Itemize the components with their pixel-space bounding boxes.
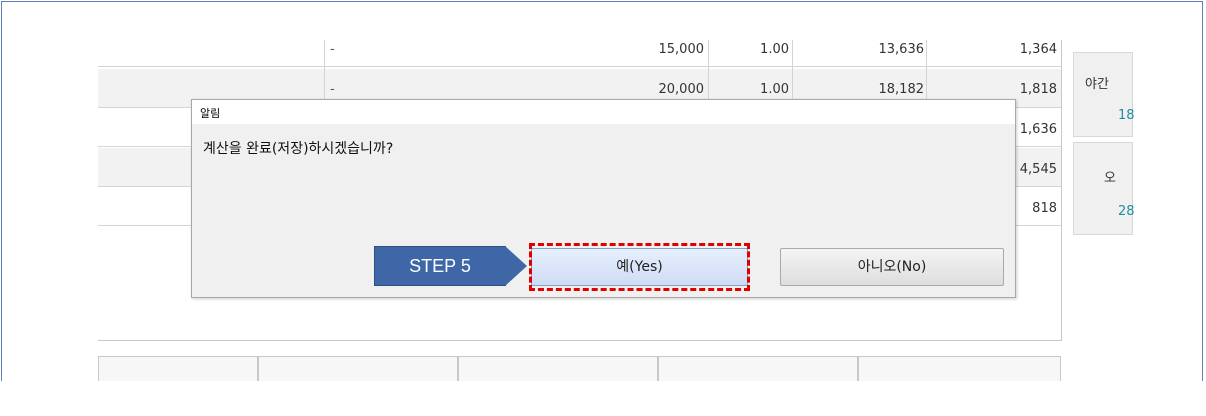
bottom-tab-strip (98, 356, 1061, 386)
step-arrow-icon (505, 246, 527, 286)
cell-tax: 1,364 (1019, 42, 1057, 57)
cell-supply: 18,182 (878, 82, 925, 97)
table-row[interactable]: - 15,000 1.00 13,636 1,364 (98, 28, 1061, 67)
summary-value: 18 (1118, 108, 1135, 123)
cell-tax: 818 (1032, 201, 1057, 216)
dialog-title: 알림 (200, 107, 221, 120)
confirm-dialog: 알림 계산을 완료(저장)하시겠습니까? 예(Yes) 아니오(No) (191, 99, 1016, 298)
cell-tax: 1,636 (1019, 122, 1057, 137)
cell-tax: 4,545 (1019, 162, 1057, 177)
cell-supply: 13,636 (878, 42, 925, 57)
cell-amount: 15,000 (658, 42, 705, 57)
cell-dash: - (330, 82, 335, 97)
crop-edge (0, 381, 1206, 416)
cell-dash: - (330, 42, 335, 57)
cell-rate: 1.00 (760, 42, 789, 57)
summary-label: 야간 (1085, 77, 1109, 92)
summary-label: 오 (1104, 171, 1116, 186)
cell-tax: 1,818 (1019, 82, 1057, 97)
step-label: STEP 5 (409, 256, 471, 276)
yes-button[interactable]: 예(Yes) (531, 248, 748, 286)
summary-panel-night: 야간 18 (1073, 52, 1135, 137)
step-callout: STEP 5 (374, 246, 528, 286)
cell-amount: 20,000 (658, 82, 705, 97)
dialog-title-bar[interactable]: 알림 (192, 100, 1015, 124)
dialog-message: 계산을 완료(저장)하시겠습니까? (203, 141, 394, 157)
summary-value: 28 (1118, 204, 1135, 219)
no-button[interactable]: 아니오(No) (780, 248, 1004, 286)
cell-rate: 1.00 (760, 82, 789, 97)
summary-panel-2: 오 28 (1073, 142, 1135, 235)
